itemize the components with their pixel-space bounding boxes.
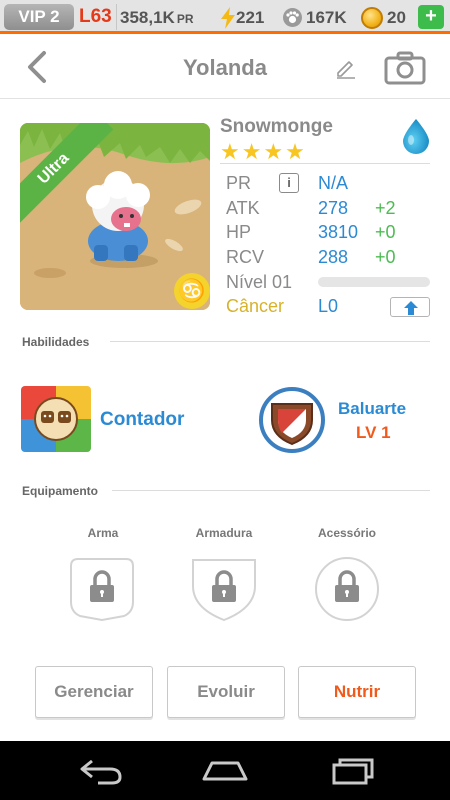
stat-bonus-rcv: +0 xyxy=(375,247,396,267)
monster-level: Nível 01 xyxy=(226,272,293,292)
stat-value-pr: N/A xyxy=(318,173,349,193)
armor-slot[interactable] xyxy=(190,556,258,622)
divider xyxy=(116,4,117,30)
coin-value: 20 xyxy=(387,8,406,27)
camera-icon xyxy=(384,51,426,85)
equipment-section-title: Equipamento xyxy=(22,484,99,498)
pencil-icon xyxy=(337,61,355,79)
system-nav-bar xyxy=(0,741,450,800)
lock-icon xyxy=(315,557,379,621)
stat-value-atk: 278 xyxy=(318,198,349,218)
coin-icon xyxy=(361,7,383,29)
shield-icon xyxy=(259,387,325,453)
camera-button[interactable] xyxy=(384,51,426,85)
skill-contador-name[interactable]: Contador xyxy=(100,409,184,431)
nav-back-icon xyxy=(80,759,122,785)
vip-badge[interactable]: VIP 2 xyxy=(4,4,74,30)
arrow-up-icon xyxy=(404,301,418,315)
skill-baluarte-button[interactable] xyxy=(258,386,326,454)
feed-button[interactable]: Nutrir xyxy=(298,666,416,718)
stat-bonus-hp: +0 xyxy=(375,222,396,242)
divider xyxy=(110,341,430,342)
stat-value-hp: 3810 xyxy=(318,222,359,242)
page-title: Yolanda xyxy=(183,55,267,80)
nav-home-button[interactable] xyxy=(200,755,250,787)
stat-value-rcv: 288 xyxy=(318,247,349,267)
zodiac-upgrade-button[interactable] xyxy=(390,297,430,317)
slot-label-accessory: Acessório xyxy=(317,526,377,540)
accessory-slot[interactable] xyxy=(313,556,381,622)
pr-info-button[interactable]: i xyxy=(279,173,299,193)
lock-icon xyxy=(192,559,256,622)
edit-name-button[interactable] xyxy=(334,55,358,79)
monster-species-name: Snowmonge xyxy=(220,116,333,137)
divider xyxy=(220,163,430,164)
pr-unit: PR xyxy=(176,12,194,26)
manage-button[interactable]: Gerenciar xyxy=(35,666,153,718)
stat-label-pr: PR xyxy=(226,173,252,193)
weapon-slot[interactable] xyxy=(68,556,136,622)
player-pr: 358,1K PR xyxy=(120,8,194,28)
slot-label-weapon: Arma xyxy=(87,526,119,540)
stat-bonus-atk: +2 xyxy=(375,198,396,218)
app-screen: VIP 2 L63 358,1K PR 221 167K 20 + Yolanda xyxy=(0,0,450,800)
skill-baluarte-level: LV 1 xyxy=(356,423,391,442)
stat-label-rcv: RCV xyxy=(226,247,265,267)
evolve-button[interactable]: Evoluir xyxy=(167,666,285,718)
chevron-left-icon xyxy=(28,51,46,83)
paw-icon xyxy=(283,8,302,27)
paw-currency-value: 167K xyxy=(306,8,347,27)
nav-back-button[interactable] xyxy=(76,755,126,787)
zodiac-level: L0 xyxy=(318,296,339,316)
stat-label-hp: HP xyxy=(226,222,252,242)
back-button[interactable] xyxy=(22,49,56,85)
pr-value: 358,1K xyxy=(120,8,175,27)
divider xyxy=(112,490,430,491)
slot-label-armor: Armadura xyxy=(195,526,253,540)
add-coins-button[interactable]: + xyxy=(418,5,444,29)
nav-recents-icon xyxy=(332,758,374,785)
cat-faces-icon xyxy=(21,386,91,452)
cancer-zodiac-icon: ♋ xyxy=(174,273,210,309)
monster-portrait[interactable]: Ultra ♋ xyxy=(20,123,210,310)
lock-icon xyxy=(70,558,134,622)
header: Yolanda xyxy=(0,37,450,99)
skill-baluarte-name[interactable]: Baluarte xyxy=(338,399,406,419)
skill-contador-button[interactable] xyxy=(21,386,91,452)
xp-progress-bar xyxy=(318,277,430,287)
nav-home-icon xyxy=(202,761,248,781)
status-bar: VIP 2 L63 358,1K PR 221 167K 20 + xyxy=(0,0,450,34)
skills-section-title: Habilidades xyxy=(22,335,90,349)
lightning-icon xyxy=(221,7,235,29)
star-rating: ★★★★ xyxy=(220,139,307,164)
player-level: L63 xyxy=(79,6,112,27)
zodiac-sign-label: Câncer xyxy=(226,296,285,316)
water-drop-icon xyxy=(403,119,429,154)
nav-recents-button[interactable] xyxy=(326,755,376,787)
energy-value: 221 xyxy=(236,8,265,27)
stat-label-atk: ATK xyxy=(226,198,260,218)
